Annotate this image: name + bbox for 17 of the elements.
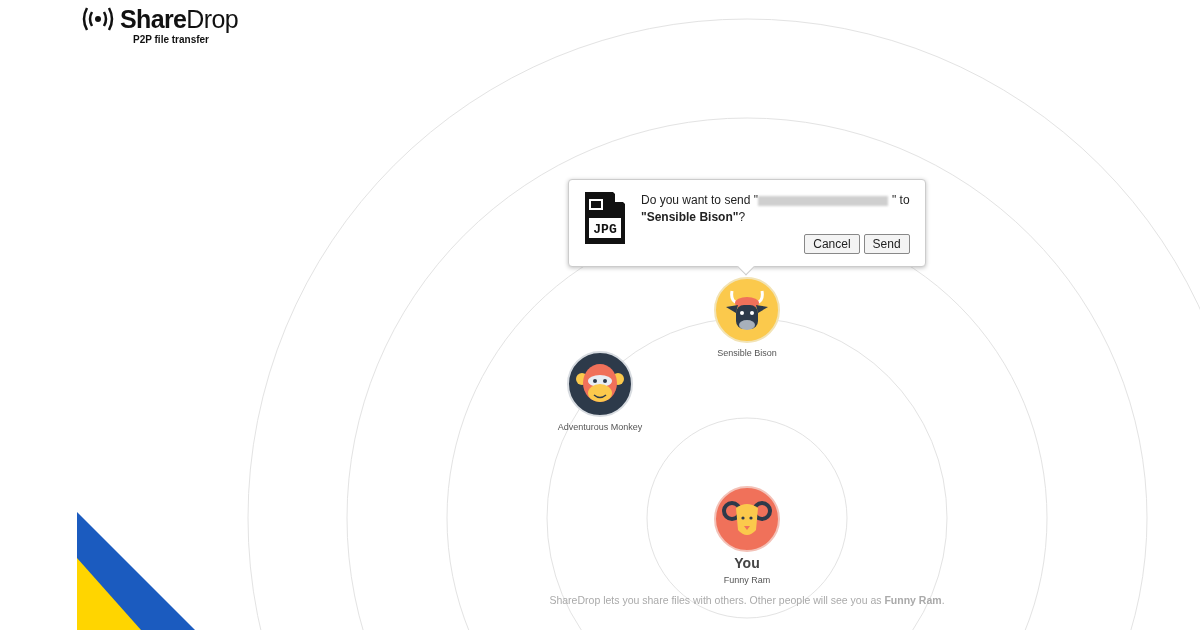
self-name: Funny Ram (723, 574, 771, 587)
peer-name: Adventurous Monkey (557, 421, 643, 434)
ram-avatar-icon (714, 486, 780, 552)
dialog-button[interactable]: Send (863, 234, 910, 254)
self-label: You (734, 556, 760, 570)
tagline: P2P file transfer (133, 33, 209, 47)
logo-text: ShareDrop (120, 6, 239, 32)
peer-name: Sensible Bison (717, 347, 777, 360)
footer-text: ShareDrop lets you share files with others. Other people will see you as Funny Ram. (548, 593, 946, 608)
message-end: " to (892, 192, 910, 209)
dialog-button[interactable]: Cancel (804, 234, 860, 254)
message-start: Do you want to send " (641, 192, 758, 209)
recipient-name: "Sensible Bison"? (641, 209, 746, 226)
monkey-avatar-icon (567, 351, 633, 417)
signal-waves-icon (80, 6, 116, 32)
bison-avatar-icon (714, 277, 780, 343)
image-file-icon: JPG (585, 192, 625, 244)
